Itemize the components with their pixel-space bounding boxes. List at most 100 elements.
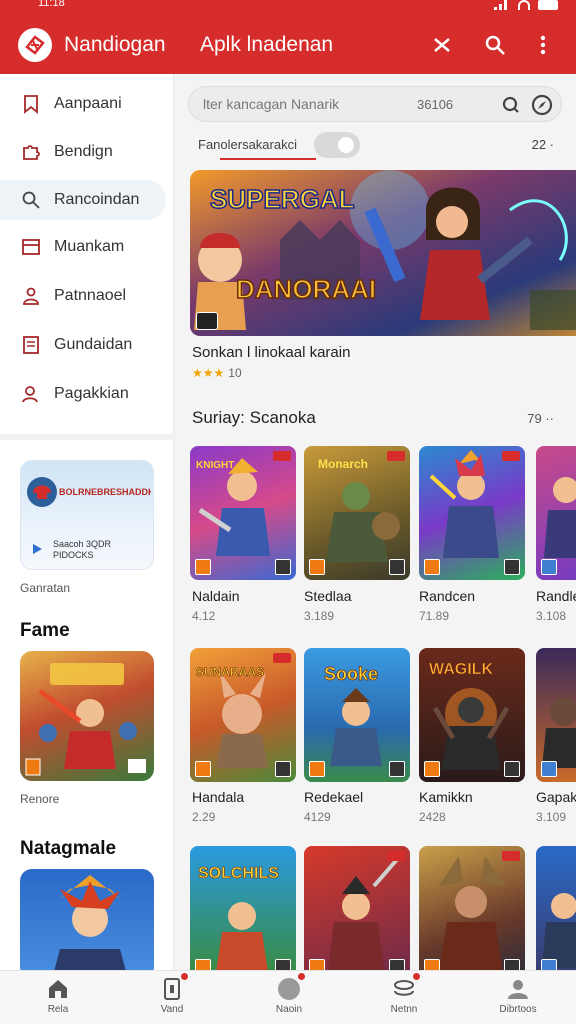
section-title: Suriay: Scanoka bbox=[192, 408, 316, 427]
star-rating-icon: ★★★ bbox=[192, 366, 225, 380]
app-logo-icon[interactable] bbox=[18, 28, 52, 62]
filter-label[interactable]: Fanolersakarakci bbox=[198, 137, 297, 152]
game-value: 3.108 bbox=[536, 609, 567, 623]
game-name[interactable]: Redekael bbox=[304, 789, 363, 805]
filter-toggle[interactable] bbox=[314, 132, 360, 158]
bottom-nav-netnn[interactable]: Netnn bbox=[364, 973, 444, 1015]
game-tile[interactable]: SUNARAAS bbox=[190, 648, 296, 782]
filter-count: 22 · bbox=[531, 137, 554, 152]
sidebar-item-pagakkian[interactable]: Pagakkian bbox=[0, 374, 166, 414]
bottom-navigation: Rela Vand Naoin Netnn Dibrtoos bbox=[0, 970, 576, 1024]
game-name[interactable]: Randcen bbox=[419, 588, 475, 604]
game-tile[interactable] bbox=[419, 446, 525, 580]
featured-banner-art: SUPERGAL DANORAAI bbox=[190, 170, 576, 336]
game-art-title: WAGILK bbox=[429, 661, 493, 678]
tile-badge-icon bbox=[273, 653, 291, 663]
bottom-nav-label: Netnn bbox=[390, 1004, 418, 1015]
sidebar-divider bbox=[0, 434, 174, 440]
game-name[interactable]: Handala bbox=[192, 789, 244, 805]
tile-platform-icon bbox=[275, 959, 291, 970]
tile-rating-badge-icon bbox=[195, 559, 211, 575]
search-circle-icon[interactable] bbox=[501, 95, 521, 115]
status-icons bbox=[494, 0, 558, 10]
promo-line2: PIDOCKS bbox=[53, 550, 94, 560]
sidebar-item-label: Muankam bbox=[54, 238, 125, 255]
battery-icon bbox=[538, 0, 558, 10]
tile-badge-icon bbox=[387, 851, 405, 861]
sidebar-item-label: Patnnaoel bbox=[54, 287, 127, 304]
featured-title[interactable]: Sonkan l linokaal karain bbox=[192, 344, 350, 361]
bottom-nav-naoin[interactable]: Naoin bbox=[249, 973, 329, 1015]
tile-platform-icon bbox=[389, 959, 405, 970]
sidebar-item-gundaidan[interactable]: Gundaidan bbox=[0, 325, 166, 365]
game-name[interactable]: Gapak bbox=[536, 789, 576, 805]
tile-rating-badge-icon bbox=[541, 559, 557, 575]
tile-badge-icon bbox=[502, 851, 520, 861]
banner-subtitle: DANORAAI bbox=[236, 274, 376, 304]
game-tile[interactable] bbox=[304, 846, 410, 970]
app-header: Nandiogan Aplk lnadenan bbox=[0, 14, 576, 74]
tile-rating-badge-icon bbox=[541, 959, 557, 970]
compass-icon[interactable] bbox=[531, 94, 553, 116]
game-name[interactable]: Kamikkn bbox=[419, 789, 473, 805]
section-count[interactable]: 79 ·· bbox=[527, 411, 554, 426]
search-icon bbox=[20, 189, 42, 211]
promo-caption: Ganratan bbox=[20, 581, 71, 595]
gamepad-icon[interactable] bbox=[429, 32, 455, 58]
bottom-nav-label: Rela bbox=[47, 1004, 69, 1015]
game-tile[interactable] bbox=[419, 846, 525, 970]
game-value: 2.29 bbox=[192, 810, 216, 824]
tile-rating-badge-icon bbox=[195, 761, 211, 777]
game-tile[interactable]: Monarch bbox=[304, 446, 410, 580]
bottom-nav-dibrtoos[interactable]: Dibrtoos bbox=[478, 977, 558, 1015]
window-icon bbox=[20, 236, 42, 258]
game-name[interactable]: Randle bbox=[536, 588, 576, 604]
game-tile[interactable] bbox=[536, 446, 576, 580]
page-title: Aplk lnadenan bbox=[200, 33, 334, 56]
tile-platform-icon bbox=[504, 761, 520, 777]
promo-card[interactable]: BOLRNEBRESHADDK Saacoh 3QDR PIDOCKS bbox=[20, 460, 154, 570]
search-bar[interactable]: lter kancagan Nanarik 36106 bbox=[188, 86, 562, 122]
sidebar-item-label: Pagakkian bbox=[54, 385, 129, 402]
sidebar-item-muankam[interactable]: Muankam bbox=[0, 227, 166, 267]
sidebar-item-patnnaoel[interactable]: Patnnaoel bbox=[0, 276, 166, 316]
game-value: 3.189 bbox=[304, 609, 335, 623]
sidebar-item-bendign[interactable]: Bendign bbox=[0, 132, 166, 172]
game-art bbox=[328, 854, 402, 970]
game-tile[interactable]: WAGILK bbox=[419, 648, 525, 782]
tile-platform-icon bbox=[504, 559, 520, 575]
game-name[interactable]: Naldain bbox=[192, 588, 239, 604]
search-input[interactable]: lter kancagan Nanarik bbox=[203, 96, 339, 112]
game-tile[interactable] bbox=[536, 648, 576, 782]
notification-dot bbox=[298, 973, 305, 980]
game-value: 71.89 bbox=[419, 609, 450, 623]
game-value: 2428 bbox=[419, 810, 446, 824]
sidebar-item-label: Bendign bbox=[54, 143, 113, 160]
game-name[interactable]: Stedlaa bbox=[304, 588, 351, 604]
bookmark-icon bbox=[20, 93, 42, 115]
profile-icon bbox=[506, 977, 530, 1001]
tile-platform-icon bbox=[389, 559, 405, 575]
tile-rating-badge-icon bbox=[541, 761, 557, 777]
more-vert-icon[interactable] bbox=[530, 32, 556, 58]
game-tile[interactable]: Sooke bbox=[304, 648, 410, 782]
bottom-nav-rela[interactable]: Rela bbox=[18, 977, 98, 1015]
game-art-title: SOLCHILS bbox=[198, 865, 279, 882]
game-tile[interactable]: KNIGHT bbox=[190, 446, 296, 580]
fame-game-thumbnail[interactable] bbox=[20, 651, 154, 781]
app-name: Nandiogan bbox=[64, 33, 166, 56]
featured-banner[interactable]: SUPERGAL DANORAAI bbox=[190, 170, 576, 336]
sidebar-item-rancoindan[interactable]: Rancoindan bbox=[0, 180, 166, 220]
search-icon[interactable] bbox=[482, 32, 508, 58]
bottom-nav-vand[interactable]: Vand bbox=[132, 973, 212, 1015]
play-icon bbox=[33, 544, 42, 554]
tile-rating-badge-icon bbox=[309, 959, 325, 970]
tile-rating-badge-icon bbox=[309, 761, 325, 777]
natagmale-game-thumbnail[interactable] bbox=[20, 869, 154, 979]
sidebar-item-aanpaani[interactable]: Aanpaani bbox=[0, 84, 166, 124]
phone-icon bbox=[160, 973, 188, 1001]
game-tile[interactable]: SOLCHILS bbox=[190, 846, 296, 970]
promo-helmet-icon bbox=[27, 477, 57, 507]
game-tile[interactable] bbox=[536, 846, 576, 970]
promo-line1: Saacoh 3QDR bbox=[53, 539, 112, 549]
